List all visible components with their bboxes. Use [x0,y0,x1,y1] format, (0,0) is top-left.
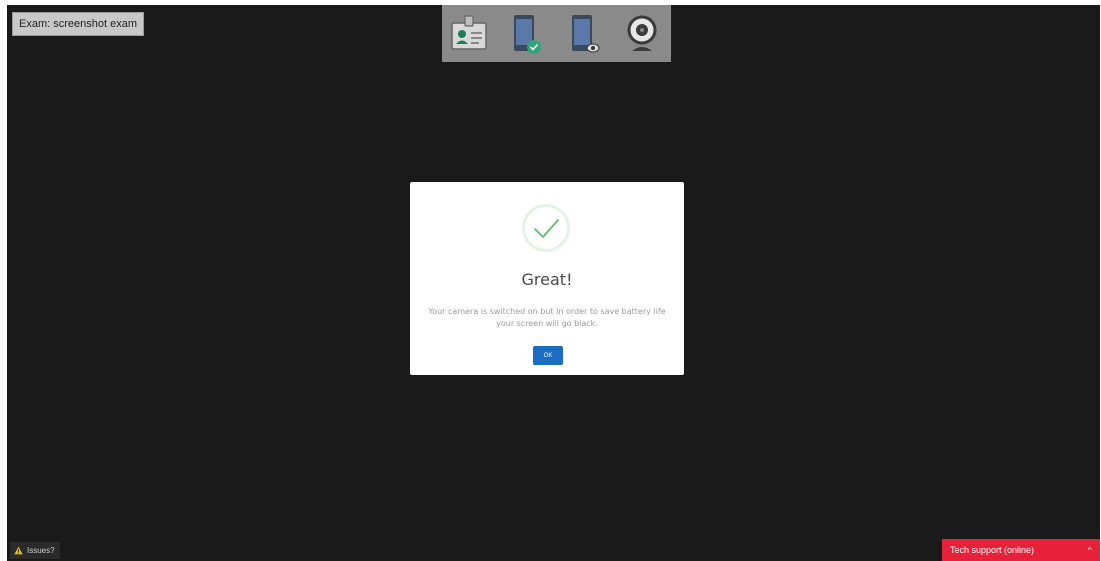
phone-eye-icon [564,11,608,57]
issues-button[interactable]: Issues? [10,542,60,559]
setup-steps-bar [442,5,671,62]
modal-title: Great! [521,270,573,289]
check-circle-icon [522,204,570,252]
warning-icon [14,546,23,555]
modal-message: Your camera is switched on but in order … [428,307,666,328]
id-card-icon [448,11,492,57]
chevron-up-icon: ^ [1087,545,1092,555]
tech-support-label: Tech support (online) [950,545,1035,555]
success-modal: Great! Your camera is switched on but in… [410,182,684,375]
exam-title-label: Exam: screenshot exam [12,12,144,36]
exam-screen: Exam: screenshot exam Great! Your camera… [7,5,1100,561]
tech-support-button[interactable]: Tech support (online) ^ [942,539,1100,561]
ok-button[interactable]: OK [533,346,563,365]
webcam-icon [620,11,664,57]
phone-check-icon [506,11,550,57]
issues-label: Issues? [27,546,55,555]
